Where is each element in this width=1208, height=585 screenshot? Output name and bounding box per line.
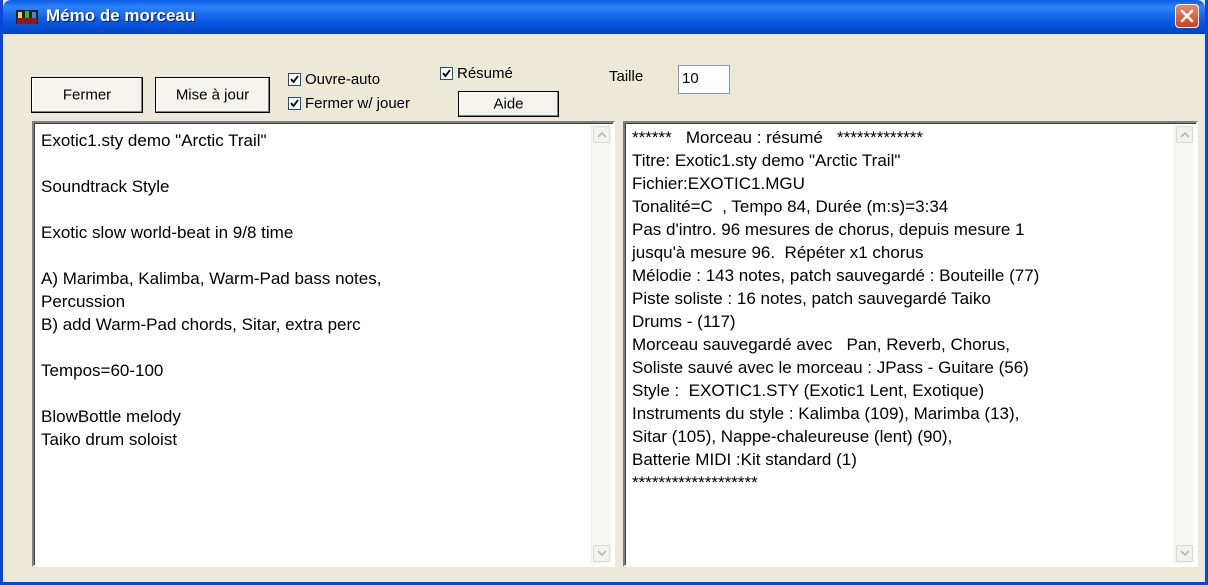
update-button-label: Mise à jour <box>175 86 250 104</box>
checkbox-box[interactable] <box>288 73 301 86</box>
chevron-up-icon <box>597 131 607 138</box>
close-button-label: Fermer <box>62 86 112 104</box>
size-input[interactable]: 10 <box>678 65 730 94</box>
close-button[interactable]: Fermer <box>31 77 143 113</box>
scroll-down-button[interactable] <box>593 545 610 562</box>
chevron-down-icon <box>1180 550 1190 557</box>
checkmark-icon <box>290 99 299 108</box>
chevron-down-icon <box>597 550 607 557</box>
summary-text: ****** Morceau : résumé ************* Ti… <box>632 128 1040 492</box>
scroll-up-button[interactable] <box>593 126 610 143</box>
scroll-up-button[interactable] <box>1176 126 1193 143</box>
checkbox-box[interactable] <box>440 67 453 80</box>
band-icon <box>16 8 38 26</box>
update-button[interactable]: Mise à jour <box>155 77 270 113</box>
help-button[interactable]: Aide <box>458 91 559 117</box>
summary-checkbox[interactable]: Résumé <box>440 65 513 82</box>
summary-text-area[interactable]: ****** Morceau : résumé ************* Ti… <box>623 121 1198 567</box>
close-on-play-label: Fermer w/ jouer <box>305 95 411 112</box>
close-x-icon <box>1180 9 1194 23</box>
auto-open-label: Ouvre-auto <box>305 71 381 88</box>
summary-scrollbar[interactable] <box>1174 125 1194 563</box>
memo-text: Exotic1.sty demo "Arctic Trail" Soundtra… <box>41 131 382 449</box>
memo-window: Mémo de morceau Fermer Mise à jour Ouvre… <box>0 0 1208 585</box>
auto-open-checkbox[interactable]: Ouvre-auto <box>288 71 380 88</box>
checkmark-icon <box>442 69 451 78</box>
close-on-play-checkbox[interactable]: Fermer w/ jouer <box>288 95 410 112</box>
help-button-label: Aide <box>493 95 524 113</box>
scroll-down-button[interactable] <box>1176 545 1193 562</box>
checkmark-icon <box>290 75 299 84</box>
size-label: Taille <box>609 68 644 85</box>
checkbox-box[interactable] <box>288 97 301 110</box>
window-title: Mémo de morceau <box>46 6 196 25</box>
memo-text-area[interactable]: Exotic1.sty demo "Arctic Trail" Soundtra… <box>32 121 615 567</box>
summary-label: Résumé <box>457 65 513 82</box>
memo-scrollbar[interactable] <box>591 125 611 563</box>
chevron-up-icon <box>1180 131 1190 138</box>
title-bar[interactable]: Mémo de morceau <box>3 0 1205 34</box>
close-window-button[interactable] <box>1175 4 1199 28</box>
